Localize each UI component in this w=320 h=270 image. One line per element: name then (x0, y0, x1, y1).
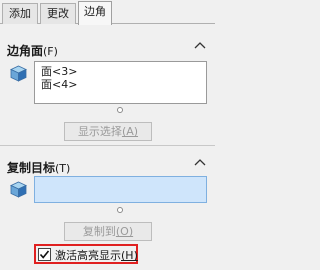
copy-to-button[interactable]: 复制到(O) (64, 222, 152, 241)
activate-highlight-label[interactable]: 激活高亮显示(H) (55, 247, 138, 263)
copy-to-label: 复制到 (82, 225, 116, 238)
check-icon (39, 250, 50, 259)
chevron-up-icon[interactable] (194, 40, 206, 53)
copy-to-key: (O) (115, 225, 134, 238)
resize-handle[interactable] (117, 107, 123, 113)
corner-faces-list[interactable]: 面<3> 面<4> (34, 61, 207, 104)
copy-target-shortcut: (T) (55, 162, 71, 175)
resize-handle[interactable] (117, 207, 123, 213)
copy-target-title: 复制目标(T) (7, 159, 70, 176)
corner-faces-shortcut: (F) (43, 45, 58, 58)
face-icon (10, 181, 27, 198)
highlight-annotation-frame: 激活高亮显示(H) (34, 244, 138, 264)
activate-highlight-text: 激活高亮显示 (55, 249, 121, 262)
list-item[interactable]: 面<3> (41, 66, 77, 78)
copy-target-title-text: 复制目标 (7, 161, 56, 175)
activate-highlight-key: (H) (121, 249, 138, 262)
show-selection-button[interactable]: 显示选择(A) (64, 122, 152, 141)
list-item[interactable]: 面<4> (41, 79, 77, 91)
tab-corner[interactable]: 边角 (78, 1, 112, 25)
corner-faces-title-text: 边角面 (7, 44, 44, 58)
tab-change[interactable]: 更改 (40, 3, 76, 24)
chevron-up-icon[interactable] (194, 157, 206, 170)
show-selection-key: (A) (121, 125, 139, 138)
corner-faces-title: 边角面(F) (7, 42, 58, 59)
tab-add[interactable]: 添加 (2, 3, 38, 24)
show-selection-label: 显示选择 (77, 125, 122, 138)
tab-bar: 添加 更改 边角 (0, 0, 215, 25)
copy-target-selection-box[interactable] (34, 176, 207, 203)
corner-faces-section: 边角面(F) 面<3> 面<4> 显示选择(A) (0, 34, 215, 146)
face-icon (10, 65, 27, 82)
activate-highlight-checkbox[interactable] (38, 248, 51, 261)
